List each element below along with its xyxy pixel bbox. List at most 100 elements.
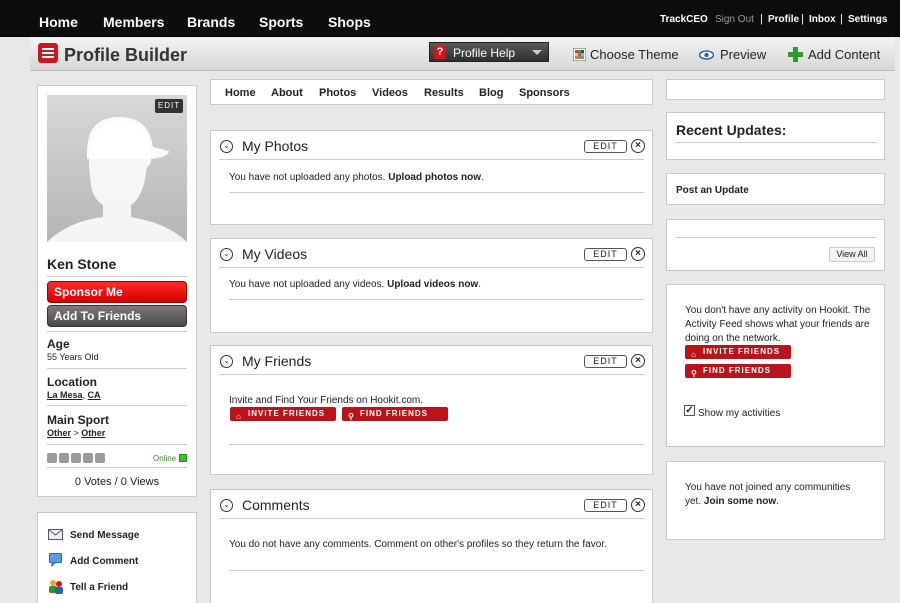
collapse-chevron-icon[interactable]: ⌄ [220, 248, 233, 261]
divider [47, 331, 187, 332]
divider [229, 570, 644, 571]
default-avatar-silhouette-icon [47, 117, 187, 242]
nav-separator: | [801, 13, 804, 25]
divider [47, 405, 187, 406]
age-value: 55 Years Old [47, 352, 99, 362]
add-to-friends-button[interactable]: Add To Friends [47, 305, 187, 327]
show-activities-checkbox[interactable]: ✓ [684, 405, 695, 416]
nav-home[interactable]: Home [39, 14, 78, 30]
my-friends-title: My Friends [242, 353, 312, 369]
divider [229, 192, 644, 193]
avatar-edit-button[interactable]: EDIT [155, 99, 183, 113]
view-all-button[interactable]: View All [829, 247, 875, 262]
close-icon[interactable]: × [631, 139, 645, 153]
sentence-end: . [480, 172, 484, 183]
location-state-link[interactable]: CA [88, 390, 101, 400]
find-friends-button[interactable]: ⚲ FIND FRIENDS [685, 364, 791, 378]
rating-star-icon[interactable] [59, 453, 69, 463]
divider [47, 467, 187, 468]
collapse-chevron-icon[interactable]: ⌄ [220, 499, 233, 512]
find-friends-label: FIND FRIENDS [703, 366, 771, 375]
communities-empty-text: You have not joined any communities yet.… [685, 481, 865, 509]
location-value: La Mesa, CA [47, 390, 101, 400]
rating-star-icon[interactable] [71, 453, 81, 463]
close-icon[interactable]: × [631, 354, 645, 368]
my-friends-panel: ⌄ My Friends EDIT × Invite and Find Your… [210, 345, 653, 475]
nav-members[interactable]: Members [103, 14, 164, 30]
nav-shops[interactable]: Shops [328, 14, 371, 30]
sport-separator: > [71, 428, 82, 438]
activity-feed-box: You don't have any activity on Hookit. T… [666, 284, 885, 447]
tab-home[interactable]: Home [225, 87, 256, 99]
tab-photos[interactable]: Photos [319, 87, 356, 99]
tab-sponsors[interactable]: Sponsors [519, 87, 570, 99]
profile-builder-title: Profile Builder [64, 45, 188, 65]
upload-videos-link[interactable]: Upload videos now [387, 279, 478, 290]
my-videos-message: You have not uploaded any videos. [229, 279, 388, 290]
find-friends-button[interactable]: ⚲ FIND FRIENDS [342, 407, 448, 421]
my-videos-empty-text: You have not uploaded any videos. Upload… [229, 279, 481, 290]
invite-friends-button[interactable]: ⌂ INVITE FRIENDS [685, 345, 791, 359]
divider [229, 299, 644, 300]
divider [47, 444, 187, 445]
username-link[interactable]: TrackCEO [660, 14, 708, 25]
my-photos-title: My Photos [242, 138, 309, 154]
comments-panel: ⌄ Comments EDIT × You do not have any co… [210, 489, 653, 603]
upload-photos-link[interactable]: Upload photos now [388, 172, 481, 183]
comments-empty-text: You do not have any comments. Comment on… [229, 539, 607, 550]
divider [219, 159, 644, 160]
sign-out-link[interactable]: Sign Out [715, 14, 754, 25]
sponsor-me-button[interactable]: Sponsor Me [47, 281, 187, 303]
add-content-button[interactable]: Add Content [808, 47, 880, 62]
add-comment-link[interactable]: Add Comment [70, 556, 138, 567]
tab-about[interactable]: About [271, 87, 303, 99]
my-videos-panel: ⌄ My Videos EDIT × You have not uploaded… [210, 238, 653, 333]
eye-icon [699, 50, 714, 60]
sport-category-link[interactable]: Other [47, 428, 71, 438]
divider [219, 267, 644, 268]
recent-updates-box: Recent Updates: [666, 112, 885, 160]
sentence-end: . [776, 496, 779, 507]
my-videos-edit-button[interactable]: EDIT [584, 248, 627, 261]
send-message-link[interactable]: Send Message [70, 530, 139, 541]
home-icon: ⌂ [691, 350, 696, 359]
my-photos-empty-text: You have not uploaded any photos. Upload… [229, 172, 484, 183]
tab-results[interactable]: Results [424, 87, 464, 99]
join-communities-link[interactable]: Join some now [704, 496, 776, 507]
sport-link[interactable]: Other [81, 428, 105, 438]
rating-star-icon[interactable] [83, 453, 93, 463]
tab-blog[interactable]: Blog [479, 87, 503, 99]
tell-a-friend-link[interactable]: Tell a Friend [70, 582, 128, 593]
close-icon[interactable]: × [631, 498, 645, 512]
nav-sports[interactable]: Sports [259, 14, 303, 30]
invite-friends-text: Invite and Find Your Friends on Hookit.c… [229, 395, 423, 406]
tab-videos[interactable]: Videos [372, 87, 408, 99]
comments-edit-button[interactable]: EDIT [584, 499, 627, 512]
inbox-link[interactable]: Inbox [809, 14, 836, 25]
nav-separator: | [760, 13, 763, 25]
my-photos-panel: ⌄ My Photos EDIT × You have not uploaded… [210, 130, 653, 225]
settings-link[interactable]: Settings [848, 14, 887, 25]
avatar [47, 95, 187, 242]
rating-stars[interactable] [47, 453, 107, 463]
location-city-link[interactable]: La Mesa [47, 390, 83, 400]
invite-friends-label: INVITE FRIENDS [248, 409, 326, 418]
rating-star-icon[interactable] [95, 453, 105, 463]
divider [676, 237, 876, 238]
choose-theme-button[interactable]: Choose Theme [590, 47, 679, 62]
my-photos-edit-button[interactable]: EDIT [584, 140, 627, 153]
votes-views-count: 0 Votes / 0 Views [74, 476, 160, 488]
collapse-chevron-icon[interactable]: ⌄ [220, 140, 233, 153]
preview-button[interactable]: Preview [720, 47, 766, 62]
profile-help-dropdown[interactable]: ? Profile Help [429, 42, 549, 62]
nav-brands[interactable]: Brands [187, 14, 235, 30]
my-friends-edit-button[interactable]: EDIT [584, 355, 627, 368]
close-icon[interactable]: × [631, 247, 645, 261]
invite-friends-button[interactable]: ⌂ INVITE FRIENDS [230, 407, 336, 421]
profile-link[interactable]: Profile [768, 14, 799, 25]
post-update-link[interactable]: Post an Update [676, 185, 749, 196]
collapse-chevron-icon[interactable]: ⌄ [220, 355, 233, 368]
profile-help-label: Profile Help [453, 46, 516, 60]
group-people-icon [49, 580, 63, 594]
rating-star-icon[interactable] [47, 453, 57, 463]
